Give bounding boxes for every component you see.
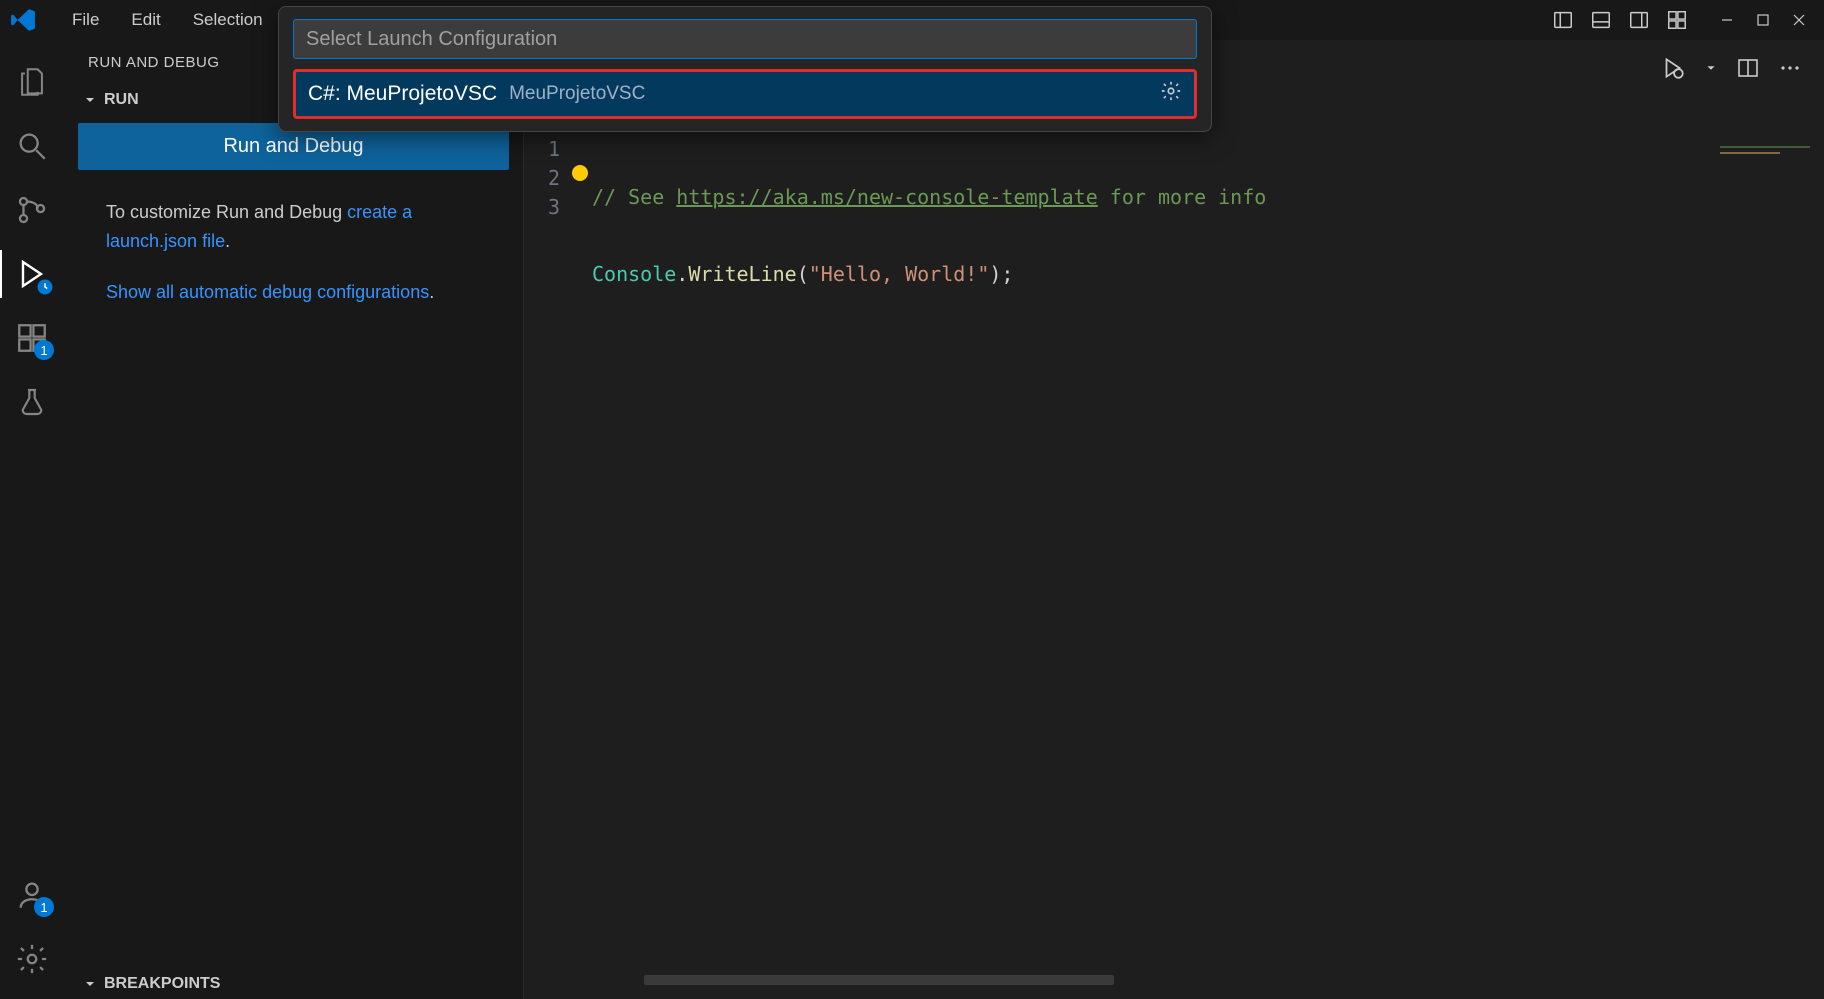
title-bar-right [1548, 5, 1814, 35]
activity-source-control-icon[interactable] [0, 178, 64, 242]
activity-account-icon[interactable]: 1 [0, 863, 64, 927]
debug-launch-icon[interactable] [1660, 55, 1686, 86]
activity-settings-icon[interactable] [0, 927, 64, 991]
account-badge: 1 [34, 897, 54, 917]
split-editor-icon[interactable] [1736, 56, 1760, 85]
menu-edit[interactable]: Edit [115, 10, 176, 30]
gear-icon[interactable] [1160, 80, 1182, 108]
extensions-badge: 1 [34, 340, 54, 360]
customize-text: To customize Run and Debug create a laun… [106, 198, 499, 256]
launch-config-quickpick: Select Launch Configuration C#: MeuProje… [278, 6, 1212, 132]
quickpick-item-csharp[interactable]: C#: MeuProjetoVSC MeuProjetoVSC [293, 69, 1197, 119]
show-auto-configs-link[interactable]: Show all automatic debug configurations [106, 282, 429, 302]
editor-area: MeuProjetoVSC › Program.cs 123 // See ht… [524, 40, 1824, 999]
run-section-body: To customize Run and Debug create a laun… [64, 186, 523, 346]
layout-customize-icon[interactable] [1662, 5, 1692, 35]
window-minimize-button[interactable] [1712, 5, 1742, 35]
window-close-button[interactable] [1784, 5, 1814, 35]
minimap[interactable] [1720, 146, 1820, 176]
breakpoints-section-header[interactable]: BREAKPOINTS [64, 969, 523, 999]
layout-panel-left-icon[interactable] [1548, 5, 1578, 35]
menu-file[interactable]: File [56, 10, 115, 30]
quickpick-input[interactable]: Select Launch Configuration [293, 19, 1197, 59]
layout-panel-right-icon[interactable] [1624, 5, 1654, 35]
lightbulb-icon[interactable] [572, 165, 588, 181]
activity-run-debug-icon[interactable] [0, 242, 64, 306]
code-lines[interactable]: // See https://aka.ms/new-console-templa… [574, 131, 1824, 999]
quickpick-item-label: C#: MeuProjetoVSC [308, 82, 497, 106]
activity-explorer-icon[interactable] [0, 50, 64, 114]
activity-extensions-icon[interactable]: 1 [0, 306, 64, 370]
debug-config-chevron-icon[interactable] [1704, 61, 1718, 80]
more-actions-icon[interactable] [1778, 56, 1802, 85]
quickpick-item-description: MeuProjetoVSC [509, 83, 645, 105]
window-maximize-button[interactable] [1748, 5, 1778, 35]
activity-bar: 1 1 [0, 40, 64, 999]
activity-testing-icon[interactable] [0, 370, 64, 434]
layout-panel-bottom-icon[interactable] [1586, 5, 1616, 35]
menu-selection[interactable]: Selection [177, 10, 279, 30]
activity-search-icon[interactable] [0, 114, 64, 178]
horizontal-scrollbar[interactable] [644, 975, 1114, 985]
run-debug-sidebar: RUN AND DEBUG RUN Run and Debug To custo… [64, 40, 524, 999]
vscode-logo-icon [10, 6, 38, 34]
quickpick-placeholder: Select Launch Configuration [306, 28, 557, 51]
code-editor[interactable]: 123 // See https://aka.ms/new-console-te… [524, 131, 1824, 999]
line-gutter: 123 [524, 131, 574, 999]
